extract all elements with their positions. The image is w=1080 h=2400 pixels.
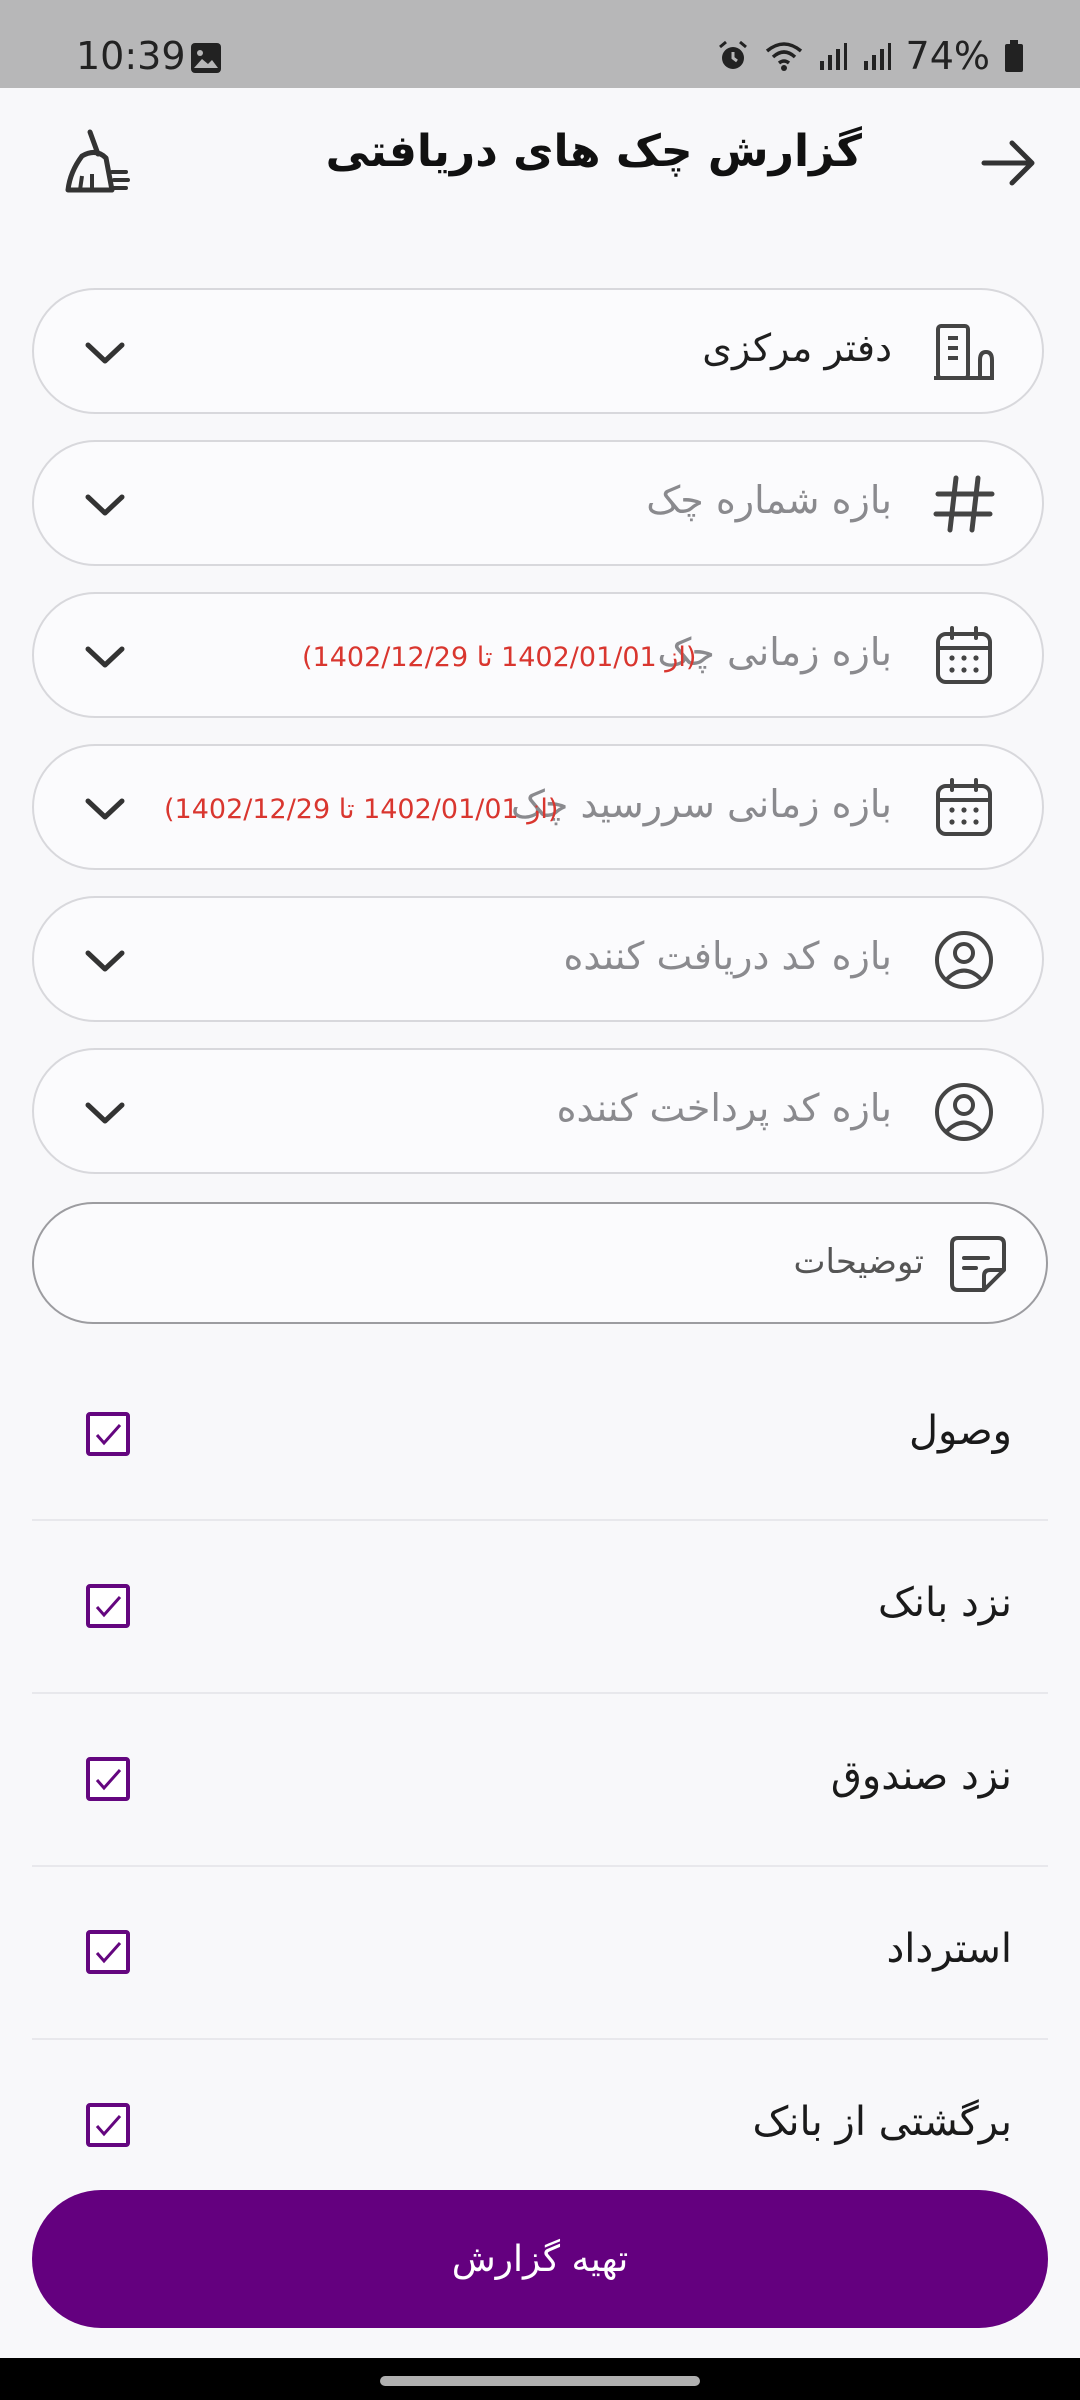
check-date-range-field[interactable]: بازه زمانی چک (از 1402/01/01 تا 1402/12/…: [32, 592, 1044, 718]
status-row-at-cashbox[interactable]: نزد صندوق: [32, 1693, 1048, 1865]
chevron-down-icon: [85, 494, 125, 516]
status-checkbox[interactable]: [86, 1584, 130, 1628]
status-icons: 74%: [716, 34, 1024, 78]
status-label: استرداد: [886, 1926, 1012, 1972]
payer-code-range-placeholder: بازه کد پرداخت کننده: [556, 1086, 892, 1130]
check-icon: [95, 1424, 122, 1446]
payer-code-range-field[interactable]: بازه کد پرداخت کننده: [32, 1048, 1044, 1174]
status-row-at-bank[interactable]: نزد بانک: [32, 1520, 1048, 1692]
office-select[interactable]: دفتر مرکزی: [32, 288, 1044, 414]
status-time: 10:39: [76, 34, 186, 78]
calendar-icon: [936, 778, 992, 836]
status-label: برگشتی از بانک: [752, 2099, 1012, 2145]
user-circle-icon: [935, 931, 993, 989]
wifi-icon: [765, 42, 802, 71]
hash-icon: [933, 475, 995, 533]
page-title: گزارش چک های دریافتی: [325, 126, 862, 177]
chevron-down-icon: [85, 798, 125, 820]
arrow-right-icon[interactable]: [976, 130, 1042, 196]
image-notification-icon: [191, 43, 221, 73]
chevron-down-icon: [85, 342, 125, 364]
status-checkbox[interactable]: [86, 1930, 130, 1974]
check-icon: [95, 1942, 122, 1964]
app-header: گزارش چک های دریافتی: [0, 88, 1080, 238]
generate-report-button[interactable]: تهیه گزارش: [32, 2190, 1048, 2328]
due-date-range-field[interactable]: بازه زمانی سررسید چک (از 1402/01/01 تا 1…: [32, 744, 1044, 870]
check-number-range-field[interactable]: بازه شماره چک: [32, 440, 1044, 566]
user-circle-icon: [935, 1083, 993, 1141]
due-date-range-value: (از 1402/01/01 تا 1402/12/29): [164, 794, 559, 825]
status-row-collected[interactable]: وصول: [32, 1348, 1048, 1520]
office-value: دفتر مرکزی: [702, 326, 892, 370]
building-icon: [934, 324, 994, 380]
gesture-handle[interactable]: [380, 2376, 700, 2386]
status-label: نزد صندوق: [830, 1753, 1012, 1799]
status-row-bounced[interactable]: برگشتی از بانک: [32, 2039, 1048, 2211]
signal-icon: [863, 43, 891, 70]
receiver-code-range-field[interactable]: بازه کد دریافت کننده: [32, 896, 1044, 1022]
notes-placeholder: توضیحات: [793, 1242, 924, 1282]
check-date-range-value: (از 1402/01/01 تا 1402/12/29): [302, 642, 697, 673]
status-label: وصول: [908, 1408, 1012, 1454]
battery-icon: [1005, 40, 1023, 72]
status-checkbox[interactable]: [86, 1412, 130, 1456]
check-icon: [95, 2115, 122, 2137]
notes-field[interactable]: توضیحات: [32, 1202, 1048, 1324]
note-icon: [950, 1236, 1006, 1292]
chevron-down-icon: [85, 646, 125, 668]
battery-percent: 74%: [905, 34, 990, 78]
signal-icon: [819, 43, 847, 70]
check-icon: [95, 1769, 122, 1791]
status-checkbox[interactable]: [86, 1757, 130, 1801]
status-label: نزد بانک: [878, 1580, 1012, 1626]
status-row-returned[interactable]: استرداد: [32, 1866, 1048, 2038]
due-date-range-label: بازه زمانی سررسید چک: [510, 782, 892, 826]
chevron-down-icon: [85, 1102, 125, 1124]
status-checkbox[interactable]: [86, 2103, 130, 2147]
receiver-code-range-placeholder: بازه کد دریافت کننده: [563, 934, 892, 978]
check-icon: [95, 1596, 122, 1618]
alarm-icon: [718, 40, 747, 69]
status-bar: 10:39 74%: [0, 0, 1080, 88]
calendar-icon: [936, 626, 992, 684]
check-number-range-placeholder: بازه شماره چک: [646, 478, 892, 522]
navigation-bar: [0, 2358, 1080, 2400]
chevron-down-icon: [85, 950, 125, 972]
broom-icon[interactable]: [60, 128, 130, 198]
